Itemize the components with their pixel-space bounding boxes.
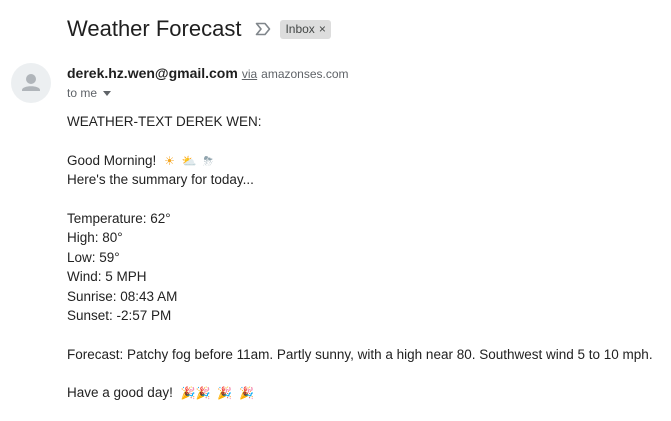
recipient-details-toggle[interactable]: to me <box>67 86 112 100</box>
signoff-line: Have a good day! 🎉🎉 🎉 🎉 <box>67 383 653 402</box>
email-body: WEATHER-TEXT DEREK WEN: Good Morning! ☀ … <box>67 112 653 403</box>
signoff-text: Have a good day! <box>67 385 173 401</box>
greeting-line: Good Morning! ☀ ⛅ ⛈ <box>67 151 653 170</box>
party-popper-icon: 🎉 <box>217 386 233 401</box>
sender-email[interactable]: derek.hz.wen@gmail.com <box>67 65 238 81</box>
temperature-line: Temperature: 62° <box>67 210 171 226</box>
chevron-down-icon[interactable] <box>103 90 112 96</box>
importance-marker-icon[interactable] <box>253 19 273 39</box>
party-popper-icon: 🎉🎉 <box>180 386 211 401</box>
wind-line: Wind: 5 MPH <box>67 269 147 285</box>
subject-row: Weather Forecast Inbox × <box>67 14 331 44</box>
sunset-line: Sunset: -2:57 PM <box>67 307 172 323</box>
recipient-text: to me <box>67 86 98 100</box>
inbox-label-chip[interactable]: Inbox × <box>280 19 331 39</box>
forecast-line: Forecast: Patchy fog before 11am. Partly… <box>67 346 653 362</box>
via-domain: amazonses.com <box>261 67 349 81</box>
sender-row: derek.hz.wen@gmail.com via amazonses.com <box>67 65 349 81</box>
email-subject: Weather Forecast <box>67 16 242 41</box>
low-line: Low: 59° <box>67 249 120 265</box>
default-avatar-icon[interactable] <box>11 63 51 103</box>
storm-cloud-emoji-icon: ⛈ <box>203 153 213 168</box>
high-line: High: 80° <box>67 230 123 246</box>
via-link[interactable]: via <box>242 67 257 81</box>
body-header: WEATHER-TEXT DEREK WEN: <box>67 114 262 129</box>
summary-intro: Here's the summary for today... <box>67 172 254 188</box>
email-view: Weather Forecast Inbox × derek.hz.wen@gm… <box>0 0 671 421</box>
inbox-label-text: Inbox <box>285 22 315 36</box>
sun-emoji-icon: ☀ <box>164 153 175 168</box>
sunrise-line: Sunrise: 08:43 AM <box>67 288 178 304</box>
party-popper-icon: 🎉 <box>238 386 254 401</box>
partly-sunny-emoji-icon: ⛅ <box>181 153 197 168</box>
greeting-text: Good Morning! <box>67 152 157 168</box>
remove-label-icon[interactable]: × <box>319 22 326 36</box>
